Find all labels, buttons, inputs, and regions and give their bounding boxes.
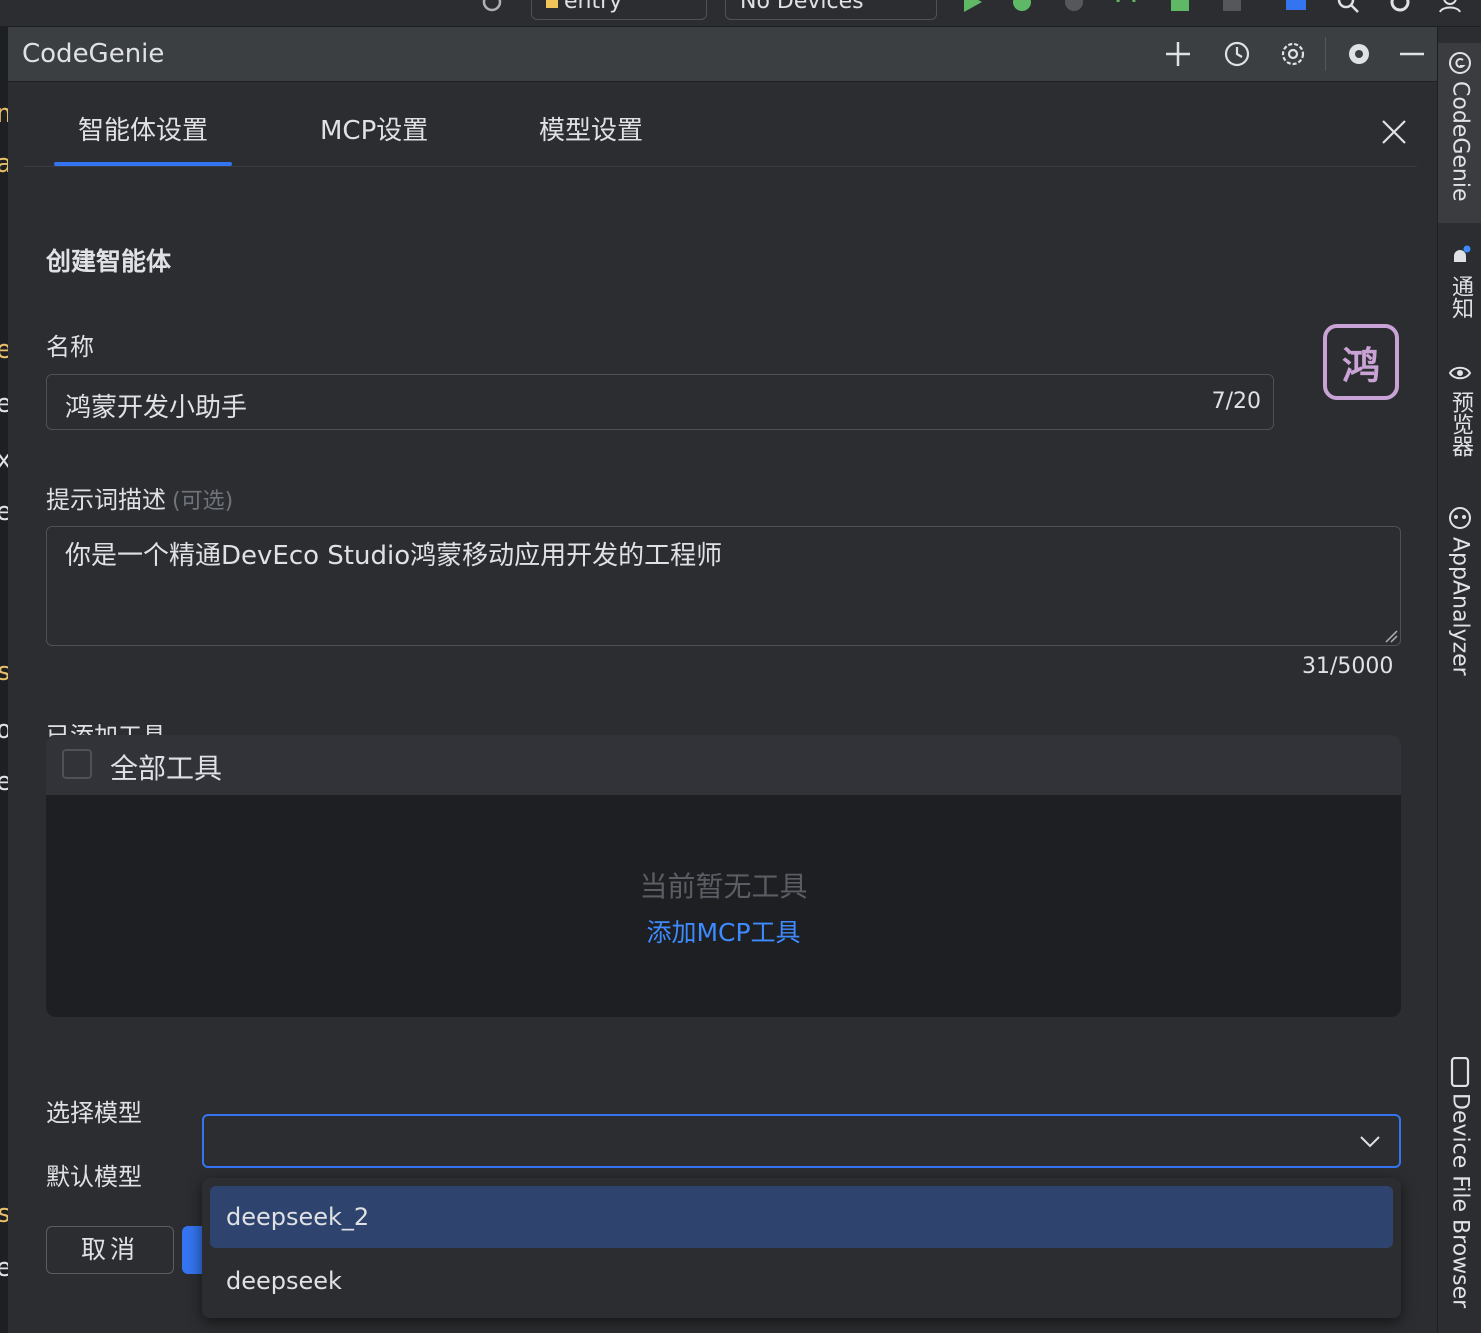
prompt-textarea-value: 你是一个精通DevEco Studio鸿蒙移动应用开发的工程师: [65, 541, 723, 571]
codegenie-panel: CodeGenie 智能体设置 MCP设置 模型设置 创建智能体 名称 鸿蒙开发…: [8, 27, 1437, 1333]
settings-icon[interactable]: [1279, 40, 1307, 68]
avatar[interactable]: 鸿: [1323, 324, 1399, 400]
panel-title: CodeGenie: [22, 39, 165, 69]
history-icon[interactable]: [1223, 40, 1251, 68]
module-selector-label: entry: [564, 0, 623, 14]
all-tools-label: 全部工具: [110, 752, 223, 785]
device-selector[interactable]: No Devices: [725, 0, 937, 20]
tool-window-codegenie[interactable]: CodeGenie: [1438, 43, 1481, 223]
model-option[interactable]: deepseek_2: [210, 1186, 1393, 1248]
settings-icon[interactable]: [1388, 0, 1412, 14]
tool-window-label: 通知: [1448, 275, 1473, 319]
module-icon: [546, 0, 558, 8]
new-chat-icon[interactable]: [1164, 40, 1192, 68]
editor-gutter: n a e e x e s o e s e: [0, 27, 8, 1333]
phone-icon: [1450, 1057, 1470, 1087]
model-dropdown: deepseek_2 deepseek: [202, 1178, 1401, 1318]
panel-header: CodeGenie: [8, 27, 1437, 82]
tab-model-settings[interactable]: 模型设置: [539, 110, 643, 147]
debug-icon[interactable]: [1010, 0, 1034, 14]
tool-window-notifications[interactable]: 通知: [1438, 245, 1481, 319]
target-icon[interactable]: [480, 0, 504, 14]
tool-window-bar: CodeGenie 通知 预览器 AppAnalyzer Device File…: [1437, 27, 1481, 1333]
run-icon[interactable]: [960, 0, 984, 14]
editor-char: n: [0, 99, 8, 129]
resize-handle-icon[interactable]: [1384, 629, 1398, 643]
default-model-select[interactable]: [202, 1114, 1401, 1168]
tool-window-label: CodeGenie: [1447, 81, 1473, 202]
tools-list: 全部工具 当前暂无工具 添加MCP工具: [46, 735, 1401, 1017]
tool-window-label: 预览器: [1448, 391, 1473, 457]
select-all-tools-checkbox[interactable]: [62, 749, 92, 779]
prompt-optional-hint: (可选): [172, 489, 234, 514]
editor-char: x: [0, 445, 8, 475]
section-title: 创建智能体: [46, 247, 172, 276]
device-selector-label: No Devices: [740, 0, 864, 14]
default-model-label: 默认模型: [46, 1163, 142, 1191]
name-label: 名称: [46, 333, 94, 361]
editor-char: e: [0, 767, 8, 797]
robot-icon: [1449, 507, 1471, 529]
empty-tools-message: 当前暂无工具: [639, 870, 808, 903]
tab-mcp-settings[interactable]: MCP设置: [320, 110, 428, 147]
prompt-label-text: 提示词描述: [46, 486, 166, 514]
tools-list-header: 全部工具: [46, 735, 1401, 795]
name-input[interactable]: 鸿蒙开发小助手 7/20: [46, 374, 1274, 430]
prompt-textarea[interactable]: 你是一个精通DevEco Studio鸿蒙移动应用开发的工程师: [46, 526, 1401, 646]
account-icon[interactable]: [1438, 0, 1462, 14]
cancel-button[interactable]: 取消: [46, 1226, 174, 1274]
tool-window-label: AppAnalyzer: [1447, 537, 1473, 676]
editor-char: s: [0, 657, 8, 687]
editor-char: e: [0, 1253, 8, 1283]
tool-window-previewer[interactable]: 预览器: [1438, 361, 1481, 457]
gear-icon[interactable]: [1345, 40, 1373, 68]
module-selector[interactable]: entry: [531, 0, 707, 20]
editor-char: e: [0, 389, 8, 419]
model-option[interactable]: deepseek: [210, 1250, 1393, 1312]
search-icon[interactable]: [1336, 0, 1360, 14]
prompt-label: 提示词描述 (可选): [46, 480, 233, 515]
editor-char: e: [0, 497, 8, 527]
apply-changes-icon[interactable]: [1168, 0, 1192, 14]
tab-agent-settings[interactable]: 智能体设置: [78, 110, 208, 147]
model-section-label: 选择模型: [46, 1099, 142, 1127]
editor-char: a: [0, 149, 8, 179]
codegenie-icon: [1449, 52, 1471, 74]
minimize-icon[interactable]: [1398, 40, 1426, 68]
settings-tabs: 智能体设置 MCP设置 模型设置: [24, 82, 1417, 167]
top-toolbar: entry No Devices: [0, 0, 1481, 27]
name-input-value: 鸿蒙开发小助手: [65, 393, 248, 423]
header-divider: [1325, 37, 1326, 71]
tool-window-device-file-browser[interactable]: Device File Browser: [1438, 1057, 1481, 1308]
profile-icon[interactable]: [1062, 0, 1086, 14]
editor-char: e: [0, 335, 8, 365]
tool-window-label: Device File Browser: [1447, 1093, 1473, 1309]
settings-content: 智能体设置 MCP设置 模型设置 创建智能体 名称 鸿蒙开发小助手 7/20 鸿…: [8, 82, 1437, 1333]
name-counter: 7/20: [1211, 389, 1261, 414]
eye-icon: [1448, 366, 1472, 380]
tool-window-appanalyzer[interactable]: AppAnalyzer: [1438, 505, 1481, 676]
editor-char: s: [0, 1199, 8, 1229]
device-manager-icon[interactable]: [1284, 0, 1308, 14]
stop-icon[interactable]: [1220, 0, 1244, 14]
chevron-down-icon: [1360, 1136, 1380, 1148]
rerun-icon[interactable]: [1114, 0, 1138, 14]
avatar-char: 鸿: [1341, 343, 1380, 388]
editor-char: o: [0, 715, 8, 745]
close-icon[interactable]: [1380, 118, 1408, 146]
add-mcp-tool-link[interactable]: 添加MCP工具: [46, 913, 1401, 949]
active-tab-indicator: [54, 162, 232, 166]
prompt-counter: 31/5000: [1302, 654, 1394, 679]
bell-icon: [1454, 245, 1471, 262]
